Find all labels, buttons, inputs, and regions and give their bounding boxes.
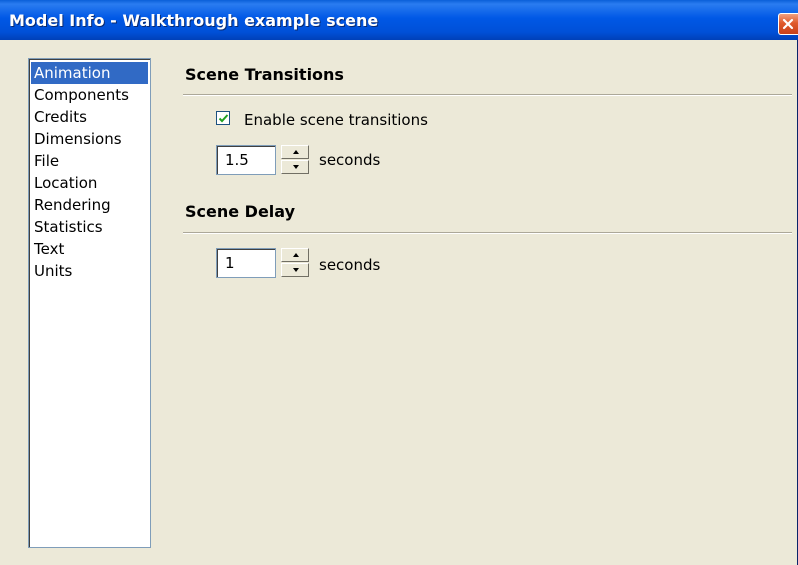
category-list[interactable]: Animation Components Credits Dimensions …	[28, 58, 151, 548]
section-divider	[183, 94, 792, 96]
sidebar-item-file[interactable]: File	[31, 150, 148, 172]
delay-seconds-input[interactable]: 1	[216, 248, 276, 278]
delay-unit-label: seconds	[319, 256, 381, 274]
model-info-window: Model Info - Walkthrough example scene A…	[0, 0, 798, 565]
section-divider	[183, 232, 792, 234]
transition-spin-down-button[interactable]	[281, 160, 309, 174]
sidebar-item-units[interactable]: Units	[31, 260, 148, 282]
scene-transitions-heading: Scene Transitions	[185, 65, 344, 84]
arrow-down-icon	[293, 268, 299, 272]
arrow-down-icon	[293, 165, 299, 169]
transition-spin-up-button[interactable]	[281, 145, 309, 159]
sidebar-item-credits[interactable]: Credits	[31, 106, 148, 128]
transition-seconds-input[interactable]: 1.5	[216, 145, 276, 175]
sidebar-item-rendering[interactable]: Rendering	[31, 194, 148, 216]
arrow-up-icon	[293, 253, 299, 257]
sidebar-item-location[interactable]: Location	[31, 172, 148, 194]
sidebar-item-components[interactable]: Components	[31, 84, 148, 106]
title-bar[interactable]: Model Info - Walkthrough example scene	[0, 0, 798, 40]
arrow-up-icon	[293, 150, 299, 154]
checkmark-icon	[218, 114, 229, 123]
transition-seconds-spinner	[281, 145, 311, 175]
delay-seconds-spinner	[281, 248, 311, 278]
scene-delay-heading: Scene Delay	[185, 202, 296, 221]
sidebar-item-statistics[interactable]: Statistics	[31, 216, 148, 238]
delay-spin-down-button[interactable]	[281, 263, 309, 277]
sidebar-item-dimensions[interactable]: Dimensions	[31, 128, 148, 150]
window-title: Model Info - Walkthrough example scene	[9, 11, 379, 30]
sidebar-item-animation[interactable]: Animation	[31, 62, 148, 84]
enable-transitions-label[interactable]: Enable scene transitions	[244, 111, 428, 129]
enable-transitions-checkbox[interactable]	[216, 111, 230, 125]
transition-unit-label: seconds	[319, 151, 381, 169]
sidebar-item-text[interactable]: Text	[31, 238, 148, 260]
close-icon	[782, 18, 794, 30]
delay-spin-up-button[interactable]	[281, 248, 309, 262]
close-button[interactable]	[778, 13, 798, 35]
